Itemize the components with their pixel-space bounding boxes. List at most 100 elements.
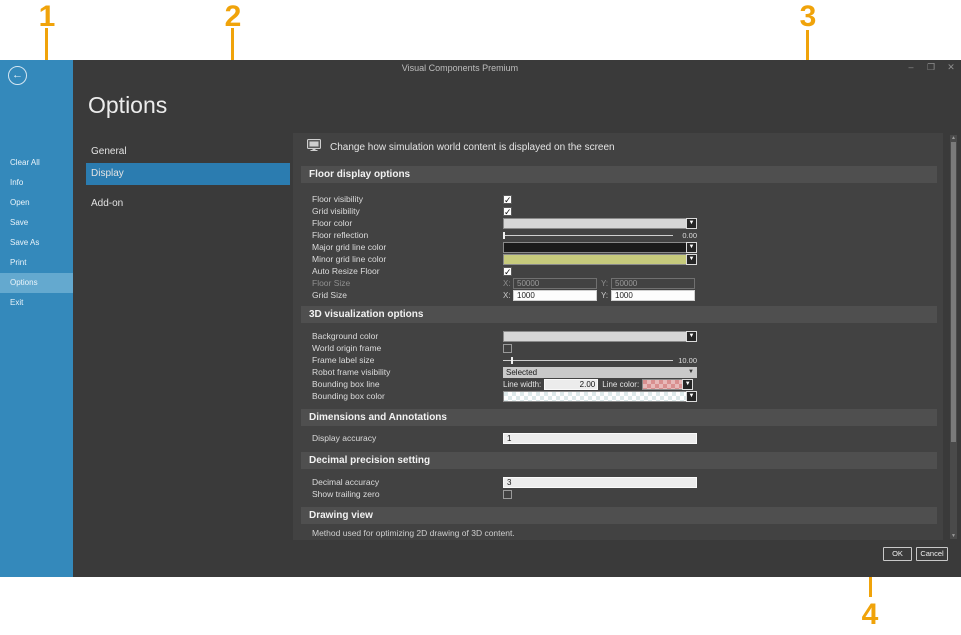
decimal-accuracy-input[interactable]: 3	[503, 477, 697, 488]
floor-reflection-slider[interactable]: 0.00	[503, 229, 697, 241]
row-background-color: Background color ▼	[312, 330, 932, 342]
frame-label-size-label: Frame label size	[312, 355, 503, 365]
callout-4: 4	[853, 598, 887, 632]
row-floor-color: Floor color ▼	[312, 217, 932, 229]
minor-grid-color-swatch	[503, 254, 686, 265]
line-color-label: Line color:	[602, 380, 639, 389]
grid-size-y-input[interactable]: 1000	[611, 290, 695, 301]
chevron-down-icon: ▼	[686, 218, 697, 229]
sidebar-menu: Clear All Info Open Save Save As Print O…	[0, 88, 73, 313]
background-color-dropdown[interactable]: ▼	[503, 331, 697, 342]
sidebar-item-options[interactable]: Options	[0, 273, 73, 293]
window-controls: – ❐ ✕	[905, 62, 957, 73]
app-window: Visual Components Premium – ❐ ✕ ← Clear …	[0, 60, 961, 577]
world-origin-frame-checkbox[interactable]	[503, 344, 512, 353]
robot-frame-visibility-label: Robot frame visibility	[312, 367, 503, 377]
floor-size-x-input: 50000	[513, 278, 597, 289]
slider-handle[interactable]	[511, 357, 513, 364]
sidebar-item-exit[interactable]: Exit	[0, 293, 73, 313]
row-floor-visibility: Floor visibility ✓	[312, 193, 932, 205]
grid-size-x-input[interactable]: 1000	[513, 290, 597, 301]
section-3d-visualization-options: 3D visualization options	[301, 306, 937, 323]
floor-reflection-label: Floor reflection	[312, 230, 503, 240]
row-bounding-box-line: Bounding box line Line width: 2.00 Line …	[312, 378, 932, 390]
sidebar-item-print[interactable]: Print	[0, 253, 73, 273]
sidebar-item-clear-all[interactable]: Clear All	[0, 153, 73, 173]
show-trailing-zero-checkbox[interactable]	[503, 490, 512, 499]
scroll-down-icon[interactable]: ▼	[950, 533, 957, 539]
floor-size-x-label: X:	[503, 279, 513, 288]
tab-add-on[interactable]: Add-on	[86, 193, 290, 215]
robot-frame-visibility-select[interactable]: Selected ▼	[503, 367, 697, 378]
minor-grid-line-color-dropdown[interactable]: ▼	[503, 254, 697, 265]
background-color-label: Background color	[312, 331, 503, 341]
slider-track	[503, 235, 673, 236]
backstage-sidebar: ← Clear All Info Open Save Save As Print…	[0, 60, 73, 577]
chevron-down-icon: ▼	[686, 242, 697, 253]
auto-resize-floor-checkbox[interactable]: ✓	[503, 267, 512, 276]
auto-resize-floor-label: Auto Resize Floor	[312, 266, 503, 276]
floor-visibility-checkbox[interactable]: ✓	[503, 195, 512, 204]
row-major-grid-line-color: Major grid line color ▼	[312, 241, 932, 253]
chevron-down-icon: ▼	[686, 331, 697, 342]
row-decimal-accuracy: Decimal accuracy 3	[312, 476, 932, 488]
floor-color-dropdown[interactable]: ▼	[503, 218, 697, 229]
display-accuracy-input[interactable]: 1	[503, 433, 697, 444]
close-button[interactable]: ✕	[945, 62, 957, 73]
bounding-box-color-label: Bounding box color	[312, 391, 503, 401]
floor-size-y-input: 50000	[611, 278, 695, 289]
sidebar-item-save-as[interactable]: Save As	[0, 233, 73, 253]
row-floor-size: Floor Size X: 50000 Y: 50000	[312, 277, 932, 289]
floor-color-label: Floor color	[312, 218, 503, 228]
ok-button[interactable]: OK	[883, 547, 912, 561]
scrollbar-thumb[interactable]	[951, 142, 956, 442]
floor-size-y-label: Y:	[601, 279, 611, 288]
section-dimensions-annotations: Dimensions and Annotations	[301, 409, 937, 426]
chevron-down-icon: ▼	[682, 379, 693, 390]
line-width-input[interactable]: 2.00	[544, 379, 598, 390]
row-display-accuracy: Display accuracy 1	[312, 432, 932, 444]
cancel-button[interactable]: Cancel	[916, 547, 948, 561]
maximize-button[interactable]: ❐	[925, 62, 937, 73]
sidebar-item-open[interactable]: Open	[0, 193, 73, 213]
background-color-swatch	[503, 331, 686, 342]
row-show-trailing-zero: Show trailing zero	[312, 488, 932, 500]
floor-visibility-label: Floor visibility	[312, 194, 503, 204]
page-title: Options	[88, 92, 167, 119]
sidebar-item-info[interactable]: Info	[0, 173, 73, 193]
grid-visibility-checkbox[interactable]: ✓	[503, 207, 512, 216]
major-grid-color-swatch	[503, 242, 686, 253]
row-frame-label-size: Frame label size 10.00	[312, 354, 932, 366]
bounding-box-color-dropdown[interactable]: ▼	[503, 391, 697, 402]
bounding-box-color-swatch	[503, 391, 686, 402]
settings-scrollbar[interactable]: ▲ ▼	[950, 135, 957, 539]
options-panel: Options General Display Add-on	[73, 60, 293, 577]
row-auto-resize-floor: Auto Resize Floor ✓	[312, 265, 932, 277]
tab-display[interactable]: Display	[86, 163, 290, 185]
slider-handle[interactable]	[503, 232, 505, 239]
decimal-accuracy-label: Decimal accuracy	[312, 477, 503, 487]
frame-label-size-slider[interactable]: 10.00	[503, 354, 697, 366]
floor-size-label: Floor Size	[312, 278, 503, 288]
back-arrow-icon[interactable]: ←	[8, 66, 27, 85]
chevron-down-icon: ▼	[688, 367, 694, 378]
section-decimal-precision: Decimal precision setting	[301, 452, 937, 469]
major-grid-line-color-dropdown[interactable]: ▼	[503, 242, 697, 253]
section-drawing-view: Drawing view	[301, 507, 937, 524]
frame-label-size-value: 10.00	[678, 356, 697, 365]
robot-frame-visibility-value: Selected	[506, 368, 537, 377]
row-grid-size: Grid Size X: 1000 Y: 1000	[312, 289, 932, 301]
row-grid-visibility: Grid visibility ✓	[312, 205, 932, 217]
display-accuracy-label: Display accuracy	[312, 433, 503, 443]
tab-general[interactable]: General	[86, 141, 290, 163]
sidebar-item-save[interactable]: Save	[0, 213, 73, 233]
grid-size-x-label: X:	[503, 291, 513, 300]
line-color-swatch[interactable]	[642, 379, 682, 390]
major-grid-line-color-label: Major grid line color	[312, 242, 503, 252]
scroll-up-icon[interactable]: ▲	[950, 135, 957, 141]
minimize-button[interactable]: –	[905, 62, 917, 73]
row-bounding-box-color: Bounding box color ▼	[312, 390, 932, 402]
slider-track	[503, 360, 673, 361]
section-floor-display-options: Floor display options	[301, 166, 937, 183]
chevron-down-icon: ▼	[686, 254, 697, 265]
